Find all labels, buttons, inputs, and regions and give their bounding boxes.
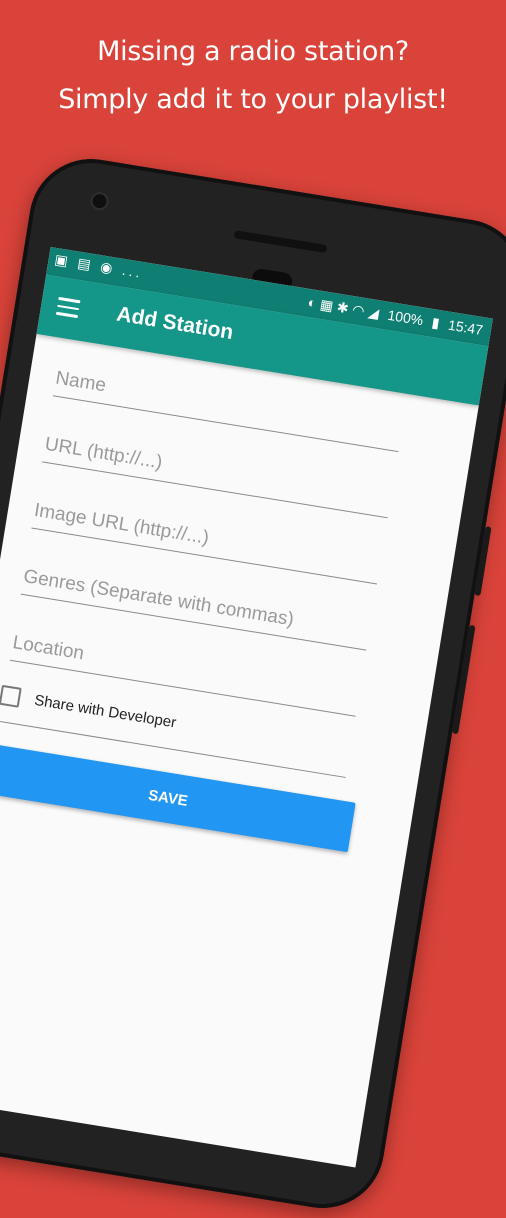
battery-percent: 100% xyxy=(386,306,425,329)
menu-icon[interactable] xyxy=(55,296,81,318)
earpiece-speaker xyxy=(233,230,328,254)
power-button xyxy=(452,624,476,735)
phone-frame: ▣ ▤ ◉ ... ◐ ▦ ✱ ◠ ◢ 100% ▮ 15:47 Add Sta… xyxy=(0,150,506,1218)
volume-button xyxy=(474,526,492,597)
promo-headline: Missing a radio station? Simply add it t… xyxy=(0,28,506,124)
clock: 15:47 xyxy=(447,316,485,339)
promo-line-2: Simply add it to your playlist! xyxy=(58,84,448,115)
promo-line-1: Missing a radio station? xyxy=(97,36,409,67)
app-screen: ▣ ▤ ◉ ... ◐ ▦ ✱ ◠ ◢ 100% ▮ 15:47 Add Sta… xyxy=(0,246,493,1168)
page-title: Add Station xyxy=(114,302,235,345)
checkbox-icon[interactable] xyxy=(0,684,22,708)
system-status-icons: ◐ ▦ ✱ ◠ ◢ xyxy=(306,293,381,322)
battery-icon: ▮ xyxy=(430,313,441,332)
front-camera xyxy=(91,193,108,210)
share-label: Share with Developer xyxy=(33,691,178,732)
